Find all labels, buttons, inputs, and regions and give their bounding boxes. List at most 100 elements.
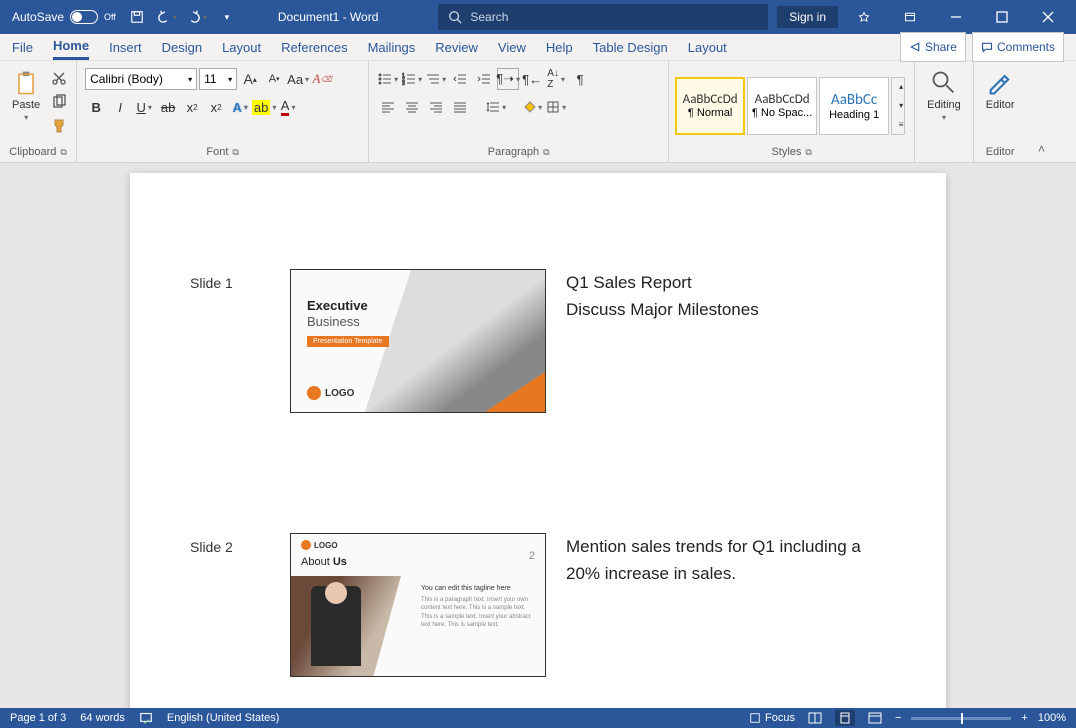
shrink-font-button[interactable]: A▾	[263, 68, 285, 90]
styles-up[interactable]: ▴	[892, 78, 910, 97]
undo-button[interactable]	[156, 6, 178, 28]
clear-format-button[interactable]: A⌫	[311, 68, 333, 90]
rtl-button[interactable]: ¶←	[521, 68, 543, 90]
borders-button[interactable]	[545, 96, 567, 118]
close-button[interactable]	[1028, 0, 1068, 34]
editing-button[interactable]: Editing▾	[921, 65, 967, 126]
style-heading1[interactable]: AaBbCcHeading 1	[819, 77, 889, 135]
share-button[interactable]: Share	[900, 32, 966, 62]
share-icon	[909, 41, 921, 53]
autosave-toggle[interactable]: AutoSave Off	[12, 10, 116, 24]
menu-references[interactable]: References	[281, 36, 347, 59]
slide-thumbnail-2[interactable]: LOGO 2 About Us You can edit this taglin…	[290, 533, 546, 677]
change-case-button[interactable]: Aa	[287, 68, 309, 90]
zoom-in-button[interactable]: +	[1021, 712, 1027, 724]
spellcheck-icon[interactable]	[139, 710, 153, 727]
menu-review[interactable]: Review	[435, 36, 478, 59]
maximize-button[interactable]	[982, 0, 1022, 34]
group-paragraph: 123 ¶➝ ¶← A↓Z ¶ Paragraph⧉	[369, 61, 669, 162]
align-left-icon	[381, 100, 395, 114]
toggle-switch[interactable]	[70, 10, 98, 24]
ribbon-mode-icon[interactable]	[890, 0, 930, 34]
paragraph-launcher[interactable]: ⧉	[543, 147, 549, 158]
multilevel-button[interactable]	[425, 68, 447, 90]
search-box[interactable]: Search	[438, 4, 768, 30]
sort-button[interactable]: A↓Z	[545, 68, 567, 90]
font-name-combo[interactable]: Calibri (Body)▾	[85, 68, 197, 90]
menu-design[interactable]: Design	[162, 36, 202, 59]
numbering-button[interactable]: 123	[401, 68, 423, 90]
coming-soon-icon[interactable]	[844, 0, 884, 34]
menu-help[interactable]: Help	[546, 36, 573, 59]
font-size-combo[interactable]: 11▾	[199, 68, 237, 90]
font-color-button[interactable]: A	[277, 96, 299, 118]
styles-launcher[interactable]: ⧉	[805, 147, 811, 158]
editor-button[interactable]: Editor	[980, 65, 1021, 115]
bold-button[interactable]: B	[85, 96, 107, 118]
strike-button[interactable]: ab	[157, 96, 179, 118]
slide-notes-2[interactable]: Mention sales trends for Q1 including a …	[566, 533, 886, 587]
styles-down[interactable]: ▾	[892, 96, 910, 115]
zoom-out-button[interactable]: −	[895, 712, 901, 724]
style-nospacing[interactable]: AaBbCcDd¶ No Spac...	[747, 77, 817, 135]
format-painter-button[interactable]	[48, 115, 70, 137]
justify-button[interactable]	[449, 96, 471, 118]
cut-button[interactable]	[48, 67, 70, 89]
underline-button[interactable]: U	[133, 96, 155, 118]
web-layout-button[interactable]	[865, 710, 885, 726]
zoom-level[interactable]: 100%	[1038, 712, 1066, 724]
line-spacing-button[interactable]	[485, 96, 507, 118]
shading-button[interactable]	[521, 96, 543, 118]
show-marks-button[interactable]: ¶	[569, 68, 591, 90]
focus-button[interactable]: Focus	[749, 712, 795, 724]
slide-label: Slide 1	[190, 269, 270, 291]
highlight-button[interactable]: ab	[253, 96, 275, 118]
language[interactable]: English (United States)	[167, 712, 280, 724]
decrease-indent-button[interactable]	[449, 68, 471, 90]
menu-view[interactable]: View	[498, 36, 526, 59]
zoom-slider[interactable]	[911, 717, 1011, 720]
bullets-button[interactable]	[377, 68, 399, 90]
font-launcher[interactable]: ⧉	[232, 147, 238, 158]
align-left-button[interactable]	[377, 96, 399, 118]
signin-button[interactable]: Sign in	[777, 6, 838, 28]
increase-indent-button[interactable]	[473, 68, 495, 90]
menu-table-design[interactable]: Table Design	[593, 36, 668, 59]
ltr-button[interactable]: ¶➝	[497, 68, 519, 90]
text-effects-button[interactable]: A	[229, 96, 251, 118]
align-center-button[interactable]	[401, 96, 423, 118]
copy-button[interactable]	[48, 91, 70, 113]
read-mode-button[interactable]	[805, 710, 825, 726]
redo-button[interactable]	[186, 6, 208, 28]
align-right-button[interactable]	[425, 96, 447, 118]
superscript-button[interactable]: x2	[205, 96, 227, 118]
minimize-button[interactable]	[936, 0, 976, 34]
menu-home[interactable]: Home	[53, 34, 89, 60]
menu-table-layout[interactable]: Layout	[688, 36, 727, 59]
numbering-icon: 123	[402, 72, 416, 86]
page-indicator[interactable]: Page 1 of 3	[10, 712, 66, 724]
menu-layout[interactable]: Layout	[222, 36, 261, 59]
word-count[interactable]: 64 words	[80, 712, 125, 724]
comments-button[interactable]: Comments	[972, 32, 1064, 62]
slide-thumbnail-1[interactable]: Executive Business Presentation Template…	[290, 269, 546, 413]
styles-more[interactable]: ≡	[892, 115, 910, 134]
clipboard-launcher[interactable]: ⧉	[60, 147, 66, 158]
collapse-ribbon-button[interactable]: ˄	[1038, 142, 1045, 156]
document-area[interactable]: Slide 1 Executive Business Presentation …	[0, 163, 1076, 708]
qat-dropdown[interactable]: ▾	[216, 6, 238, 28]
paste-button[interactable]: Paste ▾	[6, 65, 46, 126]
print-layout-button[interactable]	[835, 710, 855, 726]
grow-font-button[interactable]: A▴	[239, 68, 261, 90]
save-icon[interactable]	[126, 6, 148, 28]
menu-file[interactable]: File	[12, 36, 33, 59]
slide-notes-1[interactable]: Q1 Sales Report Discuss Major Milestones	[566, 269, 886, 323]
svg-text:3: 3	[402, 81, 405, 86]
spacing-icon	[486, 100, 500, 114]
italic-button[interactable]: I	[109, 96, 131, 118]
subscript-button[interactable]: x2	[181, 96, 203, 118]
search-icon	[448, 10, 462, 24]
menu-mailings[interactable]: Mailings	[368, 36, 416, 59]
style-normal[interactable]: AaBbCcDd¶ Normal	[675, 77, 745, 135]
menu-insert[interactable]: Insert	[109, 36, 142, 59]
